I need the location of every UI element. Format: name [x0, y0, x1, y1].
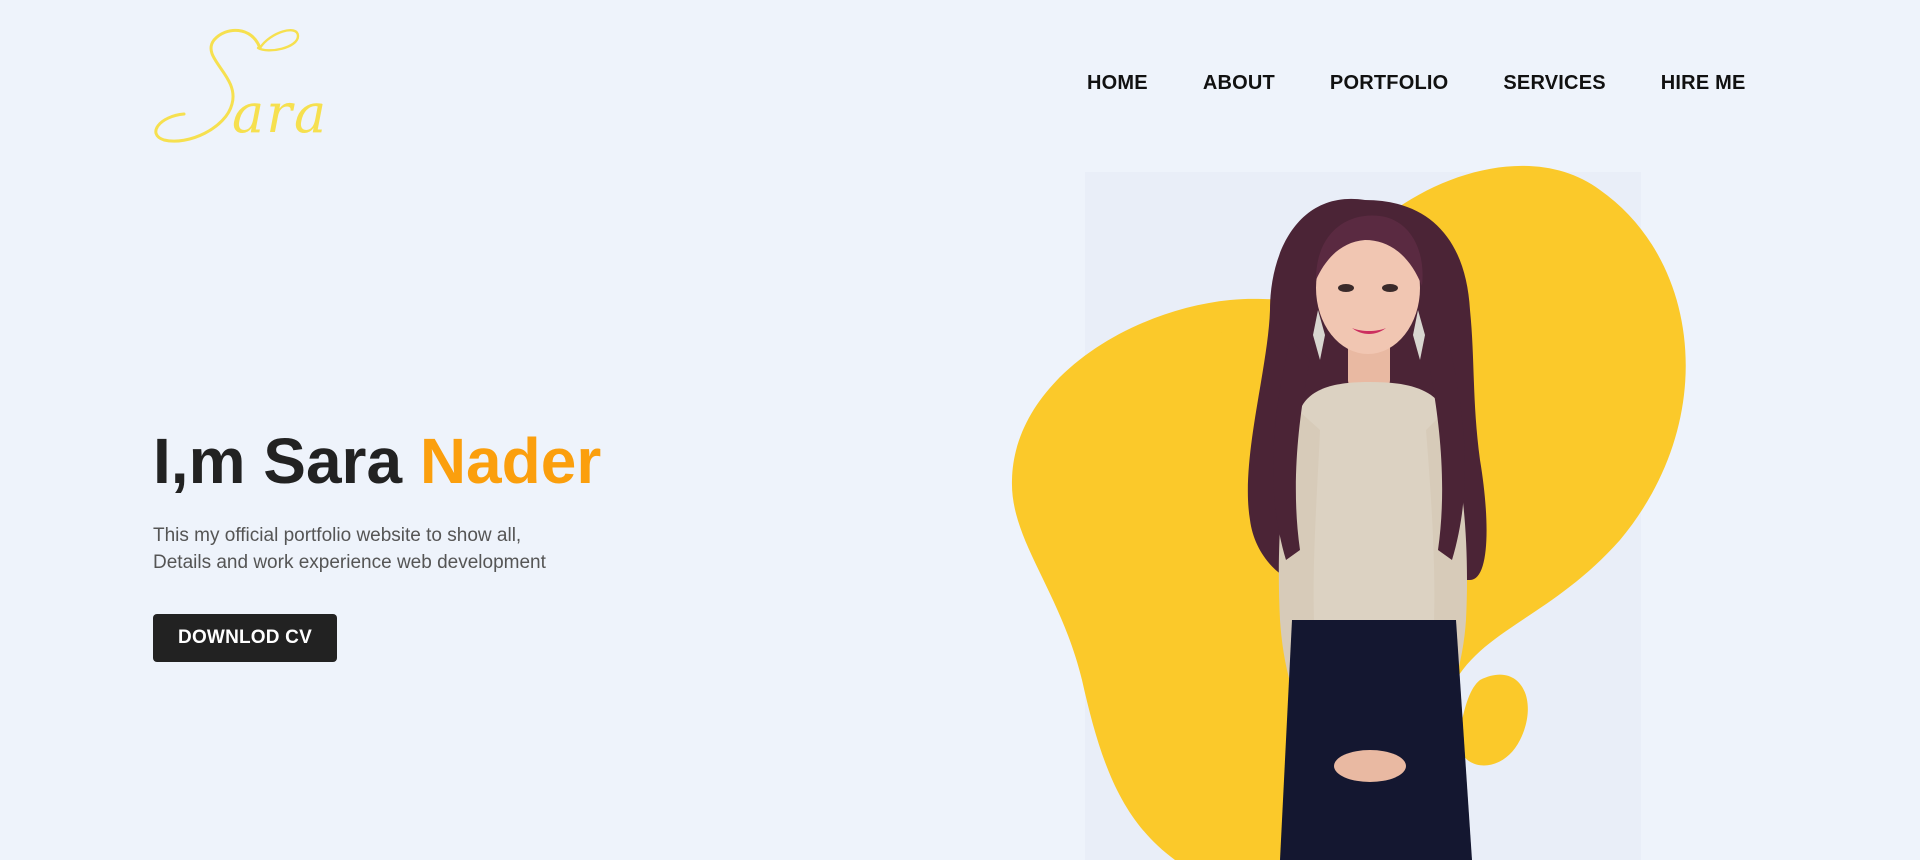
landing-page: ara HOME ABOUT PORTFOLIO SERVICES HIRE M… — [0, 0, 1920, 860]
hero-subtitle-line2: Details and work experience web developm… — [153, 552, 546, 573]
nav-services[interactable]: SERVICES — [1503, 72, 1605, 95]
hero-illustration — [1011, 165, 1686, 860]
hero-title: I,m Sara Nader — [153, 425, 601, 497]
download-cv-button[interactable]: DOWNLOD CV — [153, 614, 337, 662]
hero-subtitle: This my official portfolio website to sh… — [153, 522, 613, 576]
logo[interactable]: ara — [148, 18, 408, 158]
hero-subtitle-line1: This my official portfolio website to sh… — [153, 525, 522, 546]
hero-title-main: I,m Sara — [153, 425, 420, 497]
nav-home[interactable]: HOME — [1087, 72, 1148, 95]
logo-text: ara — [232, 82, 328, 145]
nav-about[interactable]: ABOUT — [1203, 72, 1275, 95]
nav-portfolio[interactable]: PORTFOLIO — [1330, 72, 1448, 95]
logo-script: ara — [154, 28, 328, 145]
hero-title-accent: Nader — [419, 425, 602, 497]
main-nav: HOME ABOUT PORTFOLIO SERVICES HIRE ME — [1087, 72, 1746, 95]
nav-hire-me[interactable]: HIRE ME — [1661, 72, 1746, 95]
yellow-dot — [1201, 310, 1229, 334]
hero-visual — [1000, 160, 1740, 860]
